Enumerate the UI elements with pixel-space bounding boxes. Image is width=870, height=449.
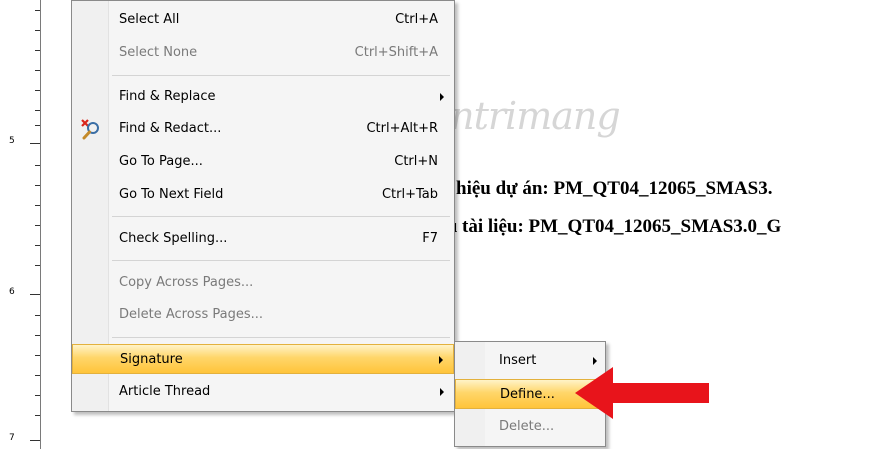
redact-magnifier-icon — [81, 119, 99, 140]
menu-item-shortcut: Ctrl+A — [395, 12, 438, 27]
menu-item-label: Find & Redact... — [119, 121, 222, 136]
ruler-tick — [35, 70, 40, 71]
ruler-tick — [35, 245, 40, 246]
ruler-tick — [35, 30, 40, 31]
menu-separator — [112, 216, 450, 217]
menu-item-article-thread[interactable]: Article Thread — [72, 377, 454, 407]
ruler-tick — [30, 294, 40, 295]
menu-item-copy-across-pages[interactable]: Copy Across Pages... — [72, 268, 454, 298]
vertical-ruler: 5 6 7 — [0, 0, 41, 449]
submenu-arrow-icon — [440, 93, 444, 101]
ruler-number: 6 — [9, 287, 15, 297]
ruler-tick — [30, 440, 40, 441]
ruler-tick — [35, 395, 40, 396]
menu-separator — [112, 337, 450, 338]
menu-item-shortcut: Ctrl+Shift+A — [354, 45, 438, 60]
ruler-tick — [35, 335, 40, 336]
menu-separator — [112, 260, 450, 261]
menu-item-label: Check Spelling... — [119, 231, 228, 246]
ruler-tick — [35, 125, 40, 126]
ruler-tick — [35, 205, 40, 206]
menu-item-label: Go To Next Field — [119, 187, 224, 202]
menu-item-label: Copy Across Pages... — [119, 275, 254, 290]
ruler-tick — [35, 415, 40, 416]
submenu-arrow-icon — [439, 356, 443, 364]
document-line-doc-code: ı tài liệu: PM_QT04_12065_SMAS3.0_G — [452, 216, 782, 237]
ruler-tick — [35, 225, 40, 226]
ruler-tick — [35, 185, 40, 186]
ruler-tick — [35, 315, 40, 316]
menu-item-shortcut: Ctrl+N — [394, 154, 438, 169]
menu-item-select-all[interactable]: Select All Ctrl+A — [72, 5, 454, 35]
ruler-tick — [35, 90, 40, 91]
ruler-number: 7 — [9, 433, 15, 443]
ruler-tick — [35, 165, 40, 166]
ruler-tick — [35, 10, 40, 11]
menu-item-label: Delete Across Pages... — [119, 307, 263, 322]
menu-item-delete-across-pages[interactable]: Delete Across Pages... — [72, 300, 454, 330]
submenu-item-label: Delete... — [499, 419, 555, 434]
menu-item-label: Find & Replace — [119, 89, 216, 104]
menu-separator — [112, 75, 450, 76]
menu-item-shortcut: Ctrl+Tab — [381, 187, 438, 202]
menu-item-signature[interactable]: Signature — [72, 344, 454, 374]
menu-item-go-to-page[interactable]: Go To Page... Ctrl+N — [72, 147, 454, 177]
menu-item-find-replace[interactable]: Find & Replace — [72, 82, 454, 112]
menu-item-check-spelling[interactable]: Check Spelling... F7 — [72, 224, 454, 254]
menu-item-shortcut: Ctrl+Alt+R — [366, 121, 438, 136]
menu-item-label: Select All — [119, 12, 180, 27]
red-pointer-arrow-icon — [575, 367, 709, 419]
menu-item-select-none[interactable]: Select None Ctrl+Shift+A — [72, 38, 454, 68]
ruler-tick — [35, 265, 40, 266]
menu-item-find-redact[interactable]: Find & Redact... Ctrl+Alt+R — [72, 114, 454, 144]
menu-item-go-to-next-field[interactable]: Go To Next Field Ctrl+Tab — [72, 180, 454, 210]
ruler-tick — [35, 355, 40, 356]
ruler-number: 5 — [9, 136, 15, 146]
ruler-tick — [35, 50, 40, 51]
submenu-arrow-icon — [440, 388, 444, 396]
menu-item-label: Signature — [120, 352, 183, 367]
ruler-tick — [30, 143, 40, 144]
submenu-item-label: Insert — [499, 353, 537, 368]
menu-item-label: Article Thread — [119, 384, 211, 399]
context-menu: Select All Ctrl+A Select None Ctrl+Shift… — [71, 0, 455, 412]
menu-item-label: Go To Page... — [119, 154, 203, 169]
menu-item-shortcut: F7 — [422, 231, 438, 246]
document-line-project-code: hiệu dự án: PM_QT04_12065_SMAS3. — [456, 178, 773, 199]
submenu-item-label: Define... — [500, 387, 555, 402]
menu-item-label: Select None — [119, 45, 198, 60]
ruler-tick — [35, 110, 40, 111]
ruler-tick — [35, 375, 40, 376]
